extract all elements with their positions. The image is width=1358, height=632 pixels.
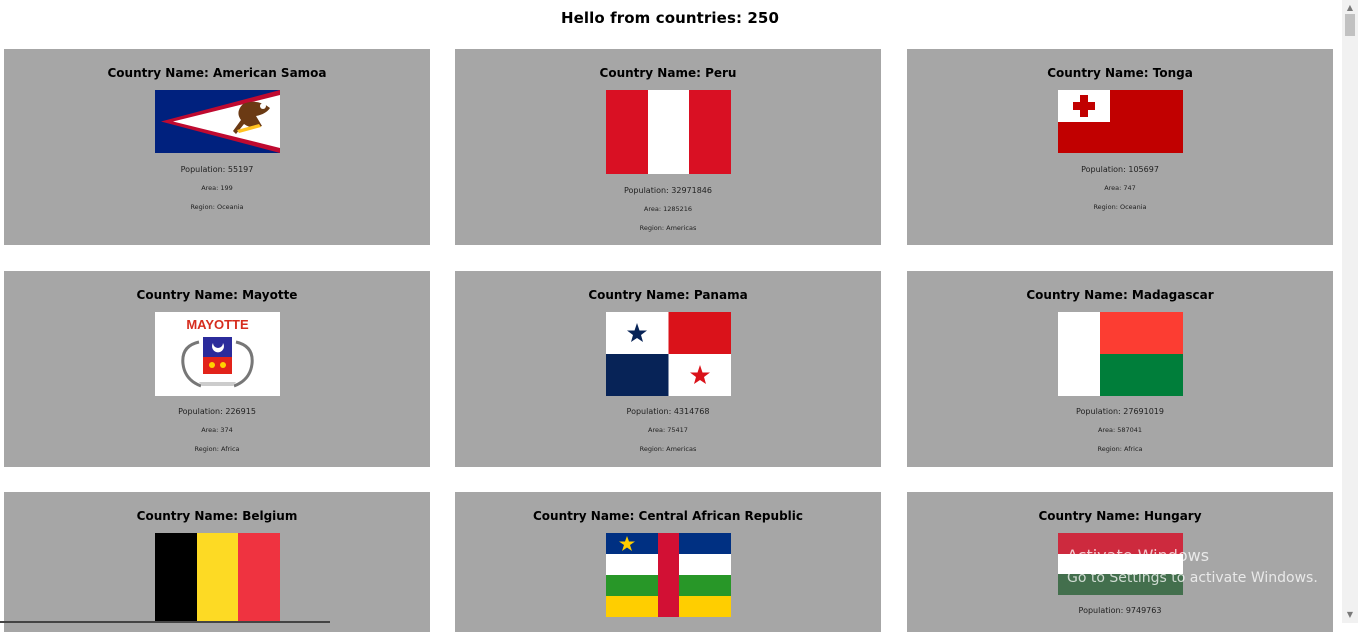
- country-card: Country Name: Belgium: [4, 492, 430, 632]
- madagascar-flag-icon: [1058, 312, 1183, 396]
- country-card: Country Name: Panama Population: 4314768…: [455, 271, 881, 467]
- country-name: Country Name: Hungary: [1038, 509, 1202, 523]
- country-card: Country Name: Hungary Population: 974976…: [907, 492, 1333, 632]
- vertical-scrollbar[interactable]: ▲ ▼: [1342, 0, 1358, 623]
- country-card: Country Name: American Samoa Population:…: [4, 49, 430, 245]
- population-text: Population: 55197: [180, 165, 254, 174]
- country-name: Country Name: American Samoa: [107, 66, 327, 80]
- country-name: Country Name: Mayotte: [136, 288, 298, 302]
- country-info: Population: 4314768 Area: 75417 Region: …: [455, 402, 881, 459]
- region-text: Region: Africa: [194, 445, 240, 453]
- tonga-flag-icon: [1058, 90, 1183, 153]
- area-text: Area: 1285216: [643, 205, 693, 213]
- region-text: Region: Oceania: [190, 203, 244, 211]
- panama-flag-icon: [606, 312, 731, 396]
- country-info: Population: 27691019 Area: 587041 Region…: [907, 402, 1333, 459]
- area-text: Area: 374: [201, 426, 233, 434]
- american-samoa-flag-icon: [155, 90, 280, 153]
- country-name: Country Name: Tonga: [1047, 66, 1193, 80]
- population-text: Population: 226915: [178, 407, 256, 416]
- country-card: Country Name: Mayotte MAYOTTE Population…: [4, 271, 430, 467]
- country-name: Country Name: Madagascar: [1026, 288, 1214, 302]
- country-name: Country Name: Belgium: [136, 509, 298, 523]
- country-card: Country Name: Peru Population: 32971846 …: [455, 49, 881, 245]
- scroll-thumb[interactable]: [1345, 14, 1355, 36]
- country-card: Country Name: Central African Republic: [455, 492, 881, 632]
- region-text: Region: Africa: [1097, 445, 1143, 453]
- peru-flag-icon: [606, 90, 731, 174]
- country-name: Country Name: Peru: [599, 66, 737, 80]
- region-text: Region: Oceania: [1093, 203, 1147, 211]
- region-text: Region: Americas: [639, 445, 697, 453]
- area-text: Area: 75417: [648, 426, 688, 434]
- population-text: Population: 9749763: [1078, 606, 1162, 615]
- central-african-republic-flag-icon: [606, 533, 731, 617]
- population-text: Population: 4314768: [626, 407, 710, 416]
- country-info: Population: 55197 Area: 199 Region: Ocea…: [4, 160, 430, 217]
- area-text: Area: 747: [1104, 184, 1136, 192]
- belgium-flag-icon: [155, 533, 280, 623]
- country-card: Country Name: Tonga Population: 105697 A…: [907, 49, 1333, 245]
- scroll-down-icon[interactable]: ▼: [1342, 607, 1358, 623]
- country-info: Population: 105697 Area: 747 Region: Oce…: [907, 160, 1333, 217]
- mayotte-flag-icon: MAYOTTE: [155, 312, 280, 396]
- area-text: Area: 587041: [1097, 426, 1143, 434]
- population-text: Population: 105697: [1081, 165, 1159, 174]
- country-info: Population: 226915 Area: 374 Region: Afr…: [4, 402, 430, 459]
- country-name: Country Name: Central African Republic: [533, 509, 803, 523]
- country-info: Population: 32971846 Area: 1285216 Regio…: [455, 181, 881, 238]
- country-info: Population: 9749763: [907, 601, 1333, 620]
- region-text: Region: Americas: [639, 224, 697, 232]
- population-text: Population: 27691019: [1076, 407, 1164, 416]
- hungary-flag-icon: [1058, 533, 1183, 595]
- mayotte-flag-text: MAYOTTE: [186, 317, 249, 332]
- page-title: Hello from countries: 250: [560, 9, 779, 27]
- population-text: Population: 32971846: [624, 186, 712, 195]
- area-text: Area: 199: [201, 184, 233, 192]
- country-card: Country Name: Madagascar Population: 276…: [907, 271, 1333, 467]
- country-name: Country Name: Panama: [588, 288, 748, 302]
